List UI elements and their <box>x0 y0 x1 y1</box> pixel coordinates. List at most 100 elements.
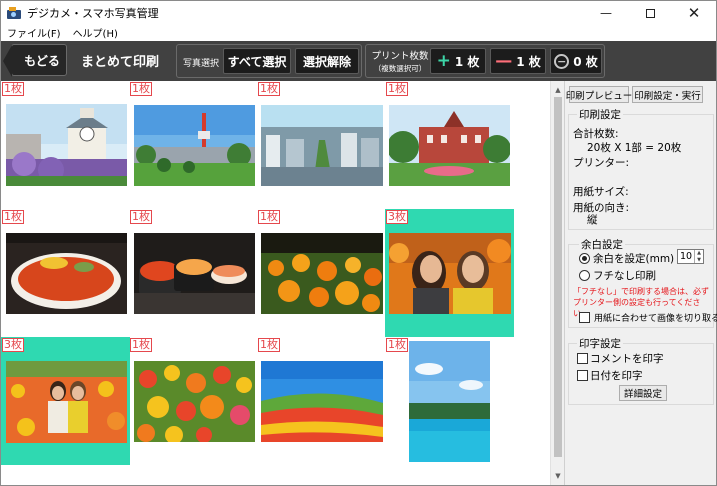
photo-thumbnail <box>134 105 255 186</box>
photo-cell[interactable]: 1枚 <box>129 337 258 465</box>
minimize-button[interactable]: — <box>584 1 628 25</box>
photo-thumbnail <box>261 361 383 442</box>
menu-bar: ファイル(F) ヘルプ(H) <box>1 25 716 40</box>
stepper-arrows-icon[interactable]: ▲ ▼ <box>694 250 703 263</box>
print-comment-checkbox[interactable] <box>577 353 588 364</box>
photo-select-label: 写真選択 <box>183 59 220 69</box>
print-count-badge: 1枚 <box>2 210 24 224</box>
print-count-badge: 1枚 <box>2 82 24 96</box>
total-count-label: 合計枚数: <box>573 128 619 140</box>
window-title: デジカメ・スマホ写真管理 <box>27 7 159 20</box>
photo-cell[interactable]: 1枚 <box>257 81 386 209</box>
photo-thumbnail <box>409 341 490 462</box>
camera-app-icon <box>7 7 21 19</box>
margin-set-label: 余白を設定(mm) <box>593 253 675 265</box>
add-one-label: 1 枚 <box>454 54 480 69</box>
photo-thumbnail <box>134 361 255 442</box>
total-count-value: 20枚 X 1部 = 20枚 <box>587 142 682 154</box>
print-count-badge: 1枚 <box>130 82 152 96</box>
back-button[interactable]: もどる <box>3 44 67 77</box>
photo-cell[interactable]: 1枚 <box>1 209 130 337</box>
toolbar: もどる まとめて印刷 写真選択 すべて選択 選択解除 プリント枚数 （複数選択可… <box>1 41 716 81</box>
margin-set-radio[interactable] <box>579 253 590 264</box>
maximize-button[interactable] <box>628 1 672 25</box>
print-settings-legend: 印刷設定 <box>577 107 623 122</box>
orientation-value: 縦 <box>587 214 598 226</box>
deselect-button[interactable]: 選択解除 <box>295 48 359 74</box>
grid-scrollbar[interactable]: ▲ ▼ <box>550 81 564 485</box>
print-count-sublabel: （複数選択可） <box>373 64 427 73</box>
scroll-down-icon[interactable]: ▼ <box>551 469 565 483</box>
print-preview-button[interactable]: 印刷プレビュー <box>566 86 632 103</box>
print-count-group: プリント枚数 （複数選択可） + 1 枚 — 1 枚 − 0 枚 <box>365 44 605 78</box>
photo-cell-selected[interactable]: 3枚 <box>1 337 130 465</box>
close-button[interactable]: ✕ <box>672 1 716 25</box>
margin-mm-value: 10 <box>680 251 693 262</box>
photo-cell[interactable]: 1枚 <box>1 81 130 209</box>
select-all-button[interactable]: すべて選択 <box>223 48 291 74</box>
back-arrow-icon <box>3 45 12 77</box>
page-title: まとめて印刷 <box>81 55 160 70</box>
print-count-badge: 1枚 <box>130 338 152 352</box>
photo-cell[interactable]: 1枚 <box>385 81 514 209</box>
print-settings-execute-button[interactable]: 印刷設定・実行 <box>632 86 703 103</box>
margin-mm-stepper[interactable]: 10 ▲ ▼ <box>677 249 704 264</box>
photo-thumbnail <box>6 361 127 443</box>
remove-one-button[interactable]: — 1 枚 <box>490 48 546 74</box>
menu-help[interactable]: ヘルプ(H) <box>67 25 124 40</box>
print-date-label: 日付を印字 <box>590 370 643 382</box>
print-count-badge: 3枚 <box>386 210 408 224</box>
borderless-radio[interactable] <box>579 270 590 281</box>
print-count-badge: 1枚 <box>258 82 280 96</box>
imprint-settings-legend: 印字設定 <box>577 336 623 351</box>
set-zero-label: 0 枚 <box>573 54 598 69</box>
orientation-label: 用紙の向き: <box>573 202 630 214</box>
paper-size-label: 用紙サイズ: <box>573 186 629 198</box>
print-count-badge: 1枚 <box>386 82 408 96</box>
scroll-up-icon[interactable]: ▲ <box>551 83 565 97</box>
print-count-badge: 3枚 <box>2 338 24 352</box>
app-window: デジカメ・スマホ写真管理 — ✕ ファイル(F) ヘルプ(H) もどる まとめて… <box>0 0 717 486</box>
photo-thumbnail <box>389 105 510 186</box>
print-count-badge: 1枚 <box>258 338 280 352</box>
print-comment-label: コメントを印字 <box>590 353 664 365</box>
photo-thumbnail <box>134 233 255 314</box>
print-count-badge: 1枚 <box>130 210 152 224</box>
print-count-label: プリント枚数 <box>371 51 429 62</box>
minus-icon: — <box>495 50 513 71</box>
photo-cell[interactable]: 1枚 <box>129 209 258 337</box>
detail-settings-button[interactable]: 詳細設定 <box>619 385 667 401</box>
borderless-label: フチなし印刷 <box>593 270 656 282</box>
print-date-checkbox[interactable] <box>577 370 588 381</box>
photo-cell[interactable]: 1枚 <box>129 81 258 209</box>
print-count-badge: 1枚 <box>386 338 408 352</box>
photo-cell-selected[interactable]: 3枚 <box>385 209 514 337</box>
settings-panel: 印刷プレビュー 印刷設定・実行 印刷設定 合計枚数: 20枚 X 1部 = 20… <box>564 81 717 485</box>
margin-settings-legend: 余白設定 <box>579 237 625 252</box>
photo-cell[interactable]: 1枚 <box>257 337 386 465</box>
photo-cell[interactable]: 1枚 <box>385 337 514 465</box>
photo-grid: 1枚 1枚 1枚 1枚 1枚 1枚 1枚 3枚 3枚 1枚 1枚 1枚 <box>1 81 550 485</box>
fit-crop-checkbox[interactable] <box>579 312 590 323</box>
maximize-icon <box>645 8 655 18</box>
set-zero-button[interactable]: − 0 枚 <box>550 48 602 74</box>
remove-one-label: 1 枚 <box>516 54 541 69</box>
title-bar: デジカメ・スマホ写真管理 — ✕ <box>1 1 716 25</box>
photo-thumbnail <box>389 233 511 314</box>
printer-label: プリンター: <box>573 157 630 169</box>
print-count-label-block: プリント枚数 （複数選択可） <box>370 48 430 74</box>
circle-minus-icon: − <box>554 53 570 69</box>
photo-cell[interactable]: 1枚 <box>257 209 386 337</box>
photo-select-group: 写真選択 すべて選択 選択解除 <box>176 44 362 78</box>
photo-thumbnail <box>6 104 127 186</box>
photo-thumbnail <box>261 105 383 186</box>
plus-icon: + <box>436 50 451 71</box>
back-button-label: もどる <box>24 53 60 68</box>
photo-thumbnail <box>6 233 127 314</box>
fit-crop-label: 用紙に合わせて画像を切り取る <box>594 314 717 324</box>
add-one-button[interactable]: + 1 枚 <box>430 48 486 74</box>
print-count-badge: 1枚 <box>258 210 280 224</box>
photo-thumbnail <box>261 233 383 314</box>
scroll-thumb[interactable] <box>554 97 562 457</box>
menu-file[interactable]: ファイル(F) <box>1 25 67 40</box>
